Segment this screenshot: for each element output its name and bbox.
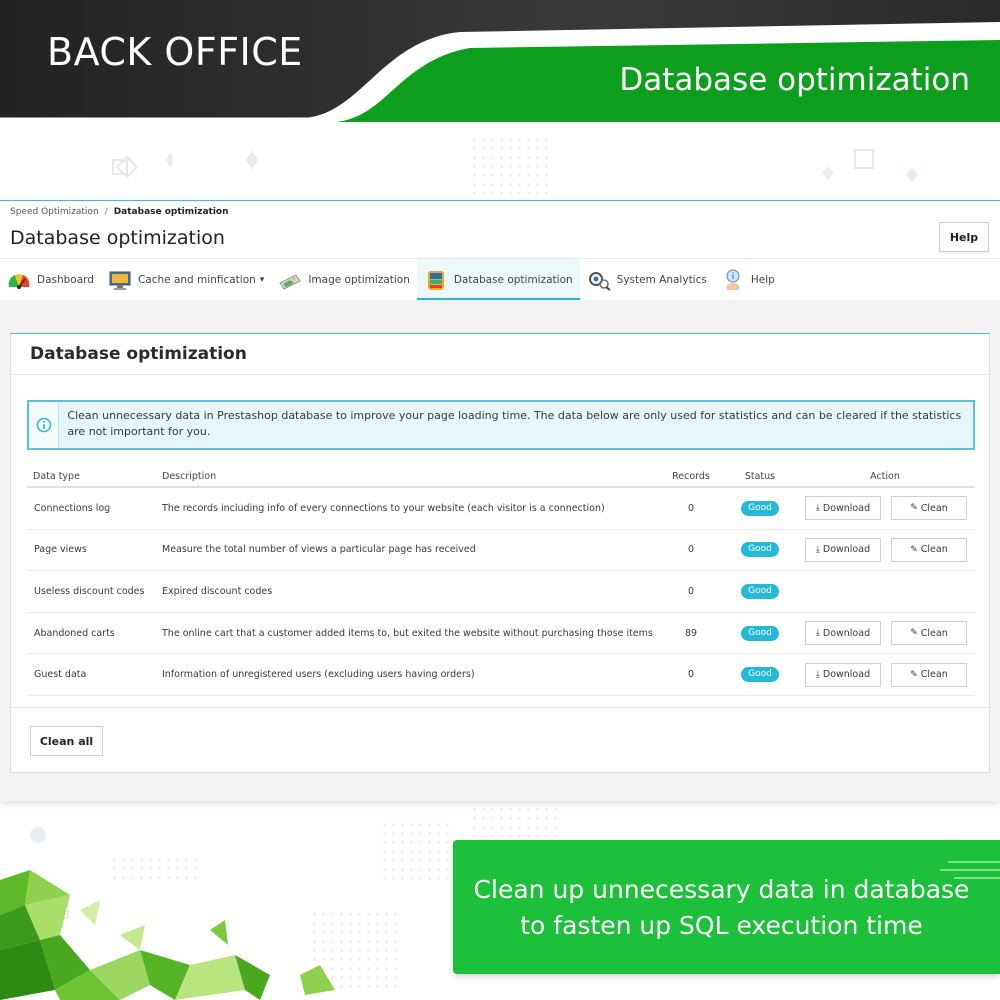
- row-description: Information of unregistered users (exclu…: [162, 669, 475, 681]
- status-badge: Good: [741, 500, 779, 516]
- status-badge: Good: [741, 542, 779, 558]
- table-header: Data type Description Records Status Act…: [27, 466, 975, 488]
- table-row: Page views Measure the total number of v…: [27, 530, 975, 572]
- table-row: Abandoned carts The online cart that a c…: [27, 613, 975, 655]
- download-button[interactable]: ⤓ Download: [805, 496, 881, 521]
- header-records: Records: [672, 470, 710, 482]
- tab-help[interactable]: i Help: [714, 259, 782, 300]
- banner-subtitle: Database optimization: [619, 62, 970, 98]
- tab-label: Cache and minfication: [137, 273, 256, 286]
- info-alert: Clean unnecessary data in Prestashop dat…: [27, 400, 975, 450]
- download-icon: ⤓: [815, 628, 820, 639]
- alert-message: Clean unnecessary data in Prestashop dat…: [67, 409, 962, 438]
- page-title: Database optimization: [10, 227, 225, 249]
- download-button[interactable]: ⤓ Download: [805, 662, 881, 687]
- row-description: The online cart that a customer added it…: [162, 627, 653, 639]
- clean-all-button[interactable]: Clean all: [30, 726, 103, 756]
- clean-label: Clean: [920, 627, 948, 639]
- breadcrumb-parent[interactable]: Speed Optimization: [10, 207, 99, 217]
- info-icon: [36, 417, 51, 433]
- tab-image-optimization[interactable]: Image optimization: [271, 259, 417, 300]
- download-icon: ⤓: [815, 669, 820, 680]
- help-button[interactable]: Help: [939, 222, 989, 252]
- eraser-icon: ✎: [910, 628, 918, 639]
- image-icon: [279, 273, 302, 290]
- tab-bar: Dashboard Cache and minfication ▾ Image o…: [0, 258, 1000, 300]
- breadcrumb-separator: /: [104, 207, 108, 217]
- row-data-type: Guest data: [34, 669, 87, 681]
- breadcrumb-current: Database optimization: [113, 207, 229, 217]
- database-icon: [427, 270, 444, 290]
- row-data-type: Abandoned carts: [34, 627, 115, 639]
- tab-label: Help: [750, 273, 775, 286]
- data-table: Data type Description Records Status Act…: [27, 466, 975, 696]
- row-data-type: Page views: [34, 544, 87, 556]
- download-label: Download: [822, 502, 871, 514]
- header-description: Description: [162, 470, 217, 482]
- card-footer-divider: [11, 707, 989, 708]
- banner-title: BACK OFFICE: [47, 30, 303, 74]
- download-icon: ⤓: [815, 503, 820, 514]
- clean-button[interactable]: ✎ Clean: [891, 537, 967, 562]
- header-data-type: Data type: [33, 470, 80, 482]
- download-label: Download: [822, 627, 871, 639]
- clean-label: Clean: [920, 544, 948, 556]
- database-optimization-card: Database optimization Clean unnecessary …: [10, 333, 990, 773]
- row-data-type: Connections log: [34, 502, 111, 514]
- header-action: Action: [870, 470, 900, 482]
- clean-button[interactable]: ✎ Clean: [891, 621, 967, 646]
- svg-text:i: i: [732, 272, 735, 282]
- analytics-icon: [588, 271, 611, 291]
- download-icon: ⤓: [815, 544, 820, 555]
- table-row: Useless discount codes Expired discount …: [27, 571, 975, 613]
- monitor-icon: [109, 271, 131, 290]
- help-icon: i: [726, 269, 740, 290]
- callout-line-2: to fasten up SQL execution time: [520, 911, 923, 940]
- download-button[interactable]: ⤓ Download: [805, 537, 881, 562]
- chevron-down-icon: ▾: [259, 274, 265, 285]
- row-records: 0: [687, 669, 695, 681]
- feature-callout: Clean up unnecessary data in database to…: [453, 840, 1000, 974]
- download-label: Download: [822, 669, 871, 681]
- row-data-type: Useless discount codes: [34, 585, 145, 597]
- row-records: 0: [687, 502, 695, 514]
- tab-label: Image optimization: [308, 273, 410, 286]
- tab-label: Dashboard: [37, 273, 94, 286]
- status-badge: Good: [741, 583, 779, 599]
- row-records: 0: [687, 585, 695, 597]
- breadcrumb: Speed Optimization / Database optimization: [10, 207, 229, 217]
- tab-label: System Analytics: [616, 273, 707, 286]
- card-title: Database optimization: [11, 334, 989, 375]
- clean-button[interactable]: ✎ Clean: [891, 662, 967, 687]
- eraser-icon: ✎: [910, 544, 918, 555]
- tab-cache[interactable]: Cache and minfication ▾: [101, 259, 271, 300]
- tab-system-analytics[interactable]: System Analytics: [580, 259, 714, 300]
- status-badge: Good: [741, 625, 779, 641]
- callout-line-1: Clean up unnecessary data in database: [473, 875, 970, 904]
- table-row: Connections log The records including in…: [27, 488, 975, 530]
- clean-button[interactable]: ✎ Clean: [891, 496, 967, 521]
- download-button[interactable]: ⤓ Download: [805, 621, 881, 646]
- header-status: Status: [744, 470, 776, 482]
- status-badge: Good: [741, 667, 779, 683]
- row-description: The records including info of every conn…: [162, 502, 605, 514]
- row-records: 89: [684, 627, 698, 639]
- tab-dashboard[interactable]: Dashboard: [0, 259, 101, 300]
- row-description: Expired discount codes: [162, 585, 273, 597]
- row-records: 0: [687, 544, 695, 556]
- table-row: Guest data Information of unregistered u…: [27, 654, 975, 696]
- gauge-icon: [8, 273, 30, 289]
- download-label: Download: [822, 544, 871, 556]
- clean-label: Clean: [920, 502, 948, 514]
- tab-label: Database optimization: [453, 273, 573, 286]
- clean-label: Clean: [920, 669, 948, 681]
- header-banner: BACK OFFICE Database optimization: [0, 0, 1000, 135]
- row-description: Measure the total number of views a part…: [162, 544, 476, 556]
- eraser-icon: ✎: [910, 503, 918, 514]
- tab-database-optimization[interactable]: Database optimization: [416, 259, 580, 300]
- eraser-icon: ✎: [910, 669, 918, 680]
